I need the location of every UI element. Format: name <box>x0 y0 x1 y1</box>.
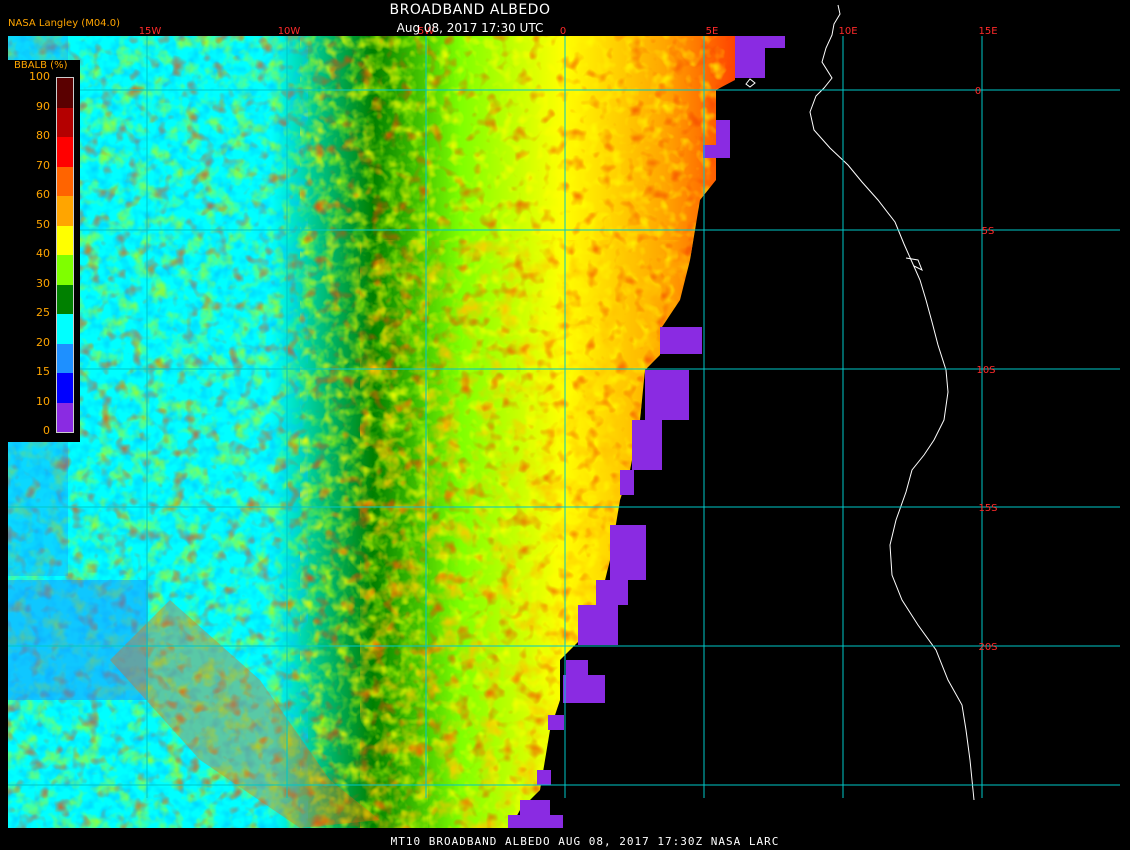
legend-swatch <box>57 314 73 344</box>
albedo-map: 15W 10W 5W 0 5E 10E 15E 0 5S 10S 15S 20S <box>8 4 1120 828</box>
legend-tick-label: 90 <box>36 99 50 113</box>
map-datetime: Aug 08, 2017 17:30 UTC <box>396 21 544 35</box>
legend-swatch <box>57 284 73 314</box>
legend-swatch <box>57 137 73 167</box>
lat-label-20s: 20S <box>978 642 997 653</box>
legend-swatch <box>57 107 73 137</box>
legend-tick-label: 10 <box>36 394 50 408</box>
coastline <box>809 4 975 801</box>
legend-swatch <box>57 373 73 403</box>
legend-swatch <box>57 78 73 108</box>
legend-swatch <box>57 166 73 196</box>
legend-tick-label: 0 <box>43 424 50 437</box>
coastline-inlet <box>905 257 923 272</box>
latitude-labels: 0 5S 10S 15S 20S <box>975 86 998 653</box>
lat-label-15s: 15S <box>978 503 997 514</box>
legend-tick-label: 100 <box>29 70 50 83</box>
legend-tick-label: 25 <box>36 306 50 319</box>
legend-colorbar <box>56 77 74 433</box>
credit-label: NASA Langley (M04.0) <box>8 18 120 29</box>
legend-tick-label: 40 <box>36 247 50 260</box>
legend-swatch <box>57 402 73 432</box>
legend-tick-label: 30 <box>36 276 50 290</box>
legend-swatch <box>57 255 73 285</box>
lat-label-10s: 10S <box>976 365 995 376</box>
legend-tick-label: 70 <box>36 158 50 172</box>
legend-tick-label: 20 <box>36 335 50 349</box>
color-legend: BBALB (%) 0 10 15 20 25 30 40 50 60 70 80 90 100 <box>8 60 80 442</box>
legend-swatch <box>57 196 73 226</box>
lon-label-15e: 15E <box>978 26 997 37</box>
legend-swatch <box>57 225 73 255</box>
albedo-field <box>8 36 735 828</box>
map-title: BROADBAND ALBEDO <box>389 2 551 18</box>
lat-label-0: 0 <box>975 86 981 97</box>
legend-tick-label: 80 <box>36 129 50 142</box>
legend-tick-label: 60 <box>36 188 50 201</box>
footer-caption: MT10 BROADBAND ALBEDO AUG 08, 2017 17:30… <box>390 835 780 848</box>
legend-tick-label: 50 <box>36 217 50 231</box>
lat-label-5s: 5S <box>982 226 995 237</box>
legend-tick-label: 15 <box>36 365 50 378</box>
satellite-map-page: 15W 10W 5W 0 5E 10E 15E 0 5S 10S 15S 20S… <box>0 0 1130 850</box>
legend-swatch <box>57 343 73 373</box>
island-outline <box>745 78 756 88</box>
